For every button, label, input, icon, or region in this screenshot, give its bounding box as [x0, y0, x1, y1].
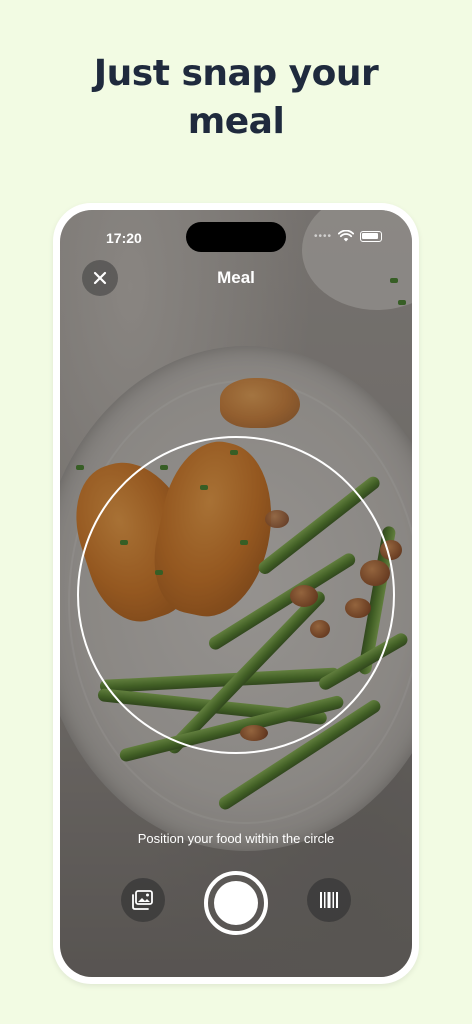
- shutter-icon: [214, 881, 258, 925]
- cellular-dots-icon: ••••: [313, 230, 332, 242]
- wifi-icon: [338, 230, 354, 242]
- battery-icon: [360, 230, 382, 242]
- shutter-button[interactable]: [204, 871, 268, 935]
- position-hint: Position your food within the circle: [137, 831, 335, 846]
- promo-headline-line2: meal: [187, 101, 285, 142]
- focus-circle: [77, 436, 395, 754]
- camera-screen: 17:20 •••• Meal Position your food withi…: [60, 210, 412, 977]
- gallery-button[interactable]: [121, 878, 165, 922]
- screen-title: Meal: [217, 268, 255, 287]
- phone-frame: 17:20 •••• Meal Position your food withi…: [53, 203, 419, 984]
- gallery-icon: [132, 890, 153, 910]
- status-time: 17:20: [106, 230, 142, 246]
- status-icons: ••••: [314, 230, 382, 242]
- barcode-scan-button[interactable]: [307, 878, 351, 922]
- dynamic-island: [186, 222, 286, 252]
- barcode-icon: [320, 892, 338, 908]
- promo-headline-line1: Just snap your: [93, 53, 379, 94]
- promo-headline: Just snap your meal: [0, 50, 472, 146]
